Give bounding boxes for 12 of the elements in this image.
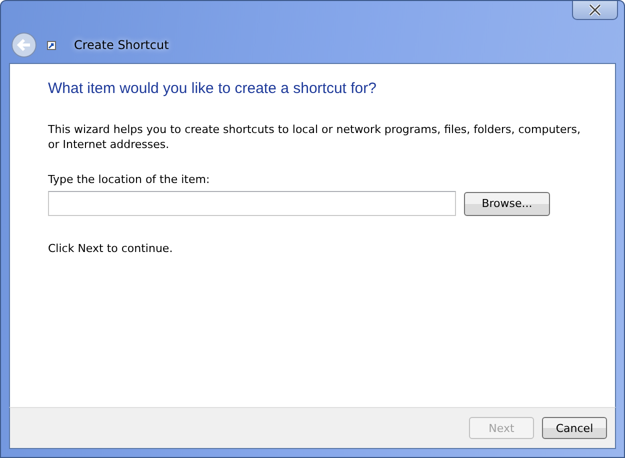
- location-label: Type the location of the item:: [48, 173, 211, 186]
- close-button[interactable]: [572, 1, 618, 20]
- browse-button[interactable]: Browse...: [464, 192, 550, 216]
- description-text: This wizard helps you to create shortcuts to local or network programs, files, folders, computers, or Internet addresses.: [48, 122, 582, 152]
- cancel-button[interactable]: Cancel: [542, 417, 607, 439]
- hint-text: Click Next to continue.: [48, 242, 174, 255]
- close-icon: [588, 4, 602, 16]
- location-field[interactable]: [48, 191, 456, 216]
- page-heading: What item would you like to create a shortcut for?: [48, 80, 378, 97]
- shortcut-icon: [47, 40, 56, 50]
- window-title: Create Shortcut: [74, 38, 169, 52]
- back-icon[interactable]: [11, 32, 37, 58]
